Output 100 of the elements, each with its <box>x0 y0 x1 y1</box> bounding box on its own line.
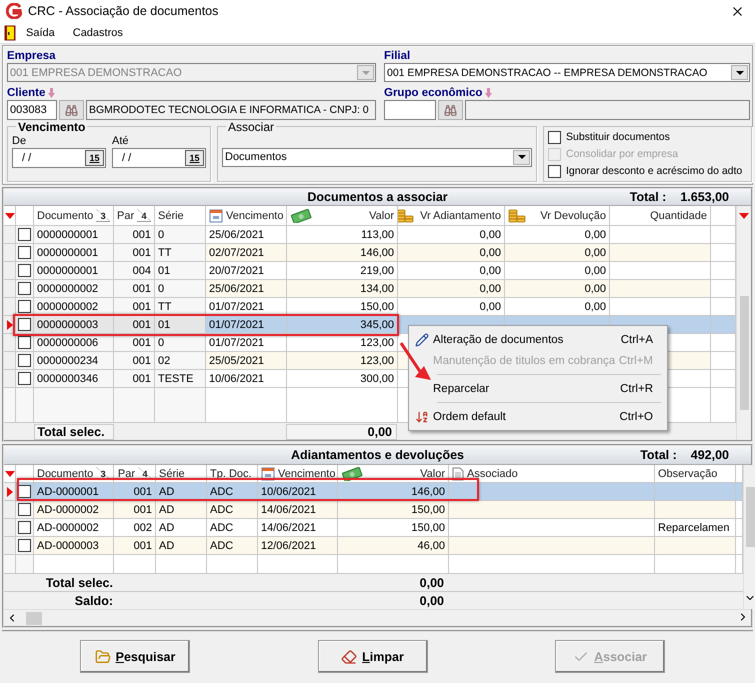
table-cell: 14/06/2021 <box>258 501 338 519</box>
table-cell: 12/06/2021 <box>258 537 338 555</box>
action-button[interactable]: Limpar <box>318 640 428 673</box>
table-cell: 001 <box>114 244 155 262</box>
table-cell: 25/05/2021 <box>206 352 287 370</box>
column-header[interactable]: Vencimento <box>206 206 287 226</box>
table-cell: AD <box>156 519 207 537</box>
table-cell: 0 <box>155 280 206 298</box>
menu-item[interactable]: Reparcelar Ctrl+R <box>411 378 665 399</box>
column-header[interactable]: Observação <box>655 465 736 483</box>
column-header[interactable]: Vr Devolução <box>505 206 610 226</box>
table-cell: 25/06/2021 <box>206 226 287 244</box>
footer-value: 0,00 <box>418 592 445 609</box>
table-cell: 001 <box>114 370 155 388</box>
column-header[interactable]: Associado <box>449 465 655 483</box>
table-cell: 002 <box>114 519 156 537</box>
column-header[interactable]: Par 4 <box>114 206 155 226</box>
menu-item[interactable]: Saída <box>20 26 63 38</box>
client-name-field[interactable]: BGMRODOTEC TECNOLOGIA E INFORMATICA - CNPJ: 0 <box>86 100 376 120</box>
total-value: 1.653,00 <box>680 190 729 204</box>
grid-title: Documentos a associar <box>307 190 448 204</box>
table-cell: ADC <box>207 537 258 555</box>
table-cell: 001 <box>114 226 155 244</box>
table-cell: 20/07/2021 <box>206 262 287 280</box>
table-cell: 01 <box>155 316 206 334</box>
field-label: Até <box>112 134 130 148</box>
table-cell: 0,00 <box>505 262 610 280</box>
group-title: Associar <box>226 120 276 134</box>
table-cell: 001 <box>114 501 156 519</box>
branch-select[interactable]: 001 EMPRESA DEMONSTRACAO -- EMPRESA DEMONSTRACAO <box>384 63 750 82</box>
table-cell: 0000000003 <box>34 316 114 334</box>
table-cell: 004 <box>114 262 155 280</box>
menu-item[interactable]: Alteração de documentos Ctrl+A <box>411 329 665 350</box>
table-cell: 001 <box>114 316 155 334</box>
table-cell: 0000000001 <box>34 226 114 244</box>
menu-item[interactable]: Cadastros <box>66 26 131 38</box>
window-title: CRC - Associação de documentos <box>28 4 218 18</box>
option-label: Ignorar desconto e acréscimo do adto <box>566 165 742 177</box>
table-cell: 134,00 <box>287 280 398 298</box>
calendar-button[interactable]: 15 <box>85 150 104 166</box>
total-value: 492,00 <box>690 448 729 462</box>
column-header[interactable]: Vr Adiantamento <box>398 206 505 226</box>
client-code-field[interactable]: 003083 <box>7 100 57 120</box>
table-cell: 0,00 <box>505 226 610 244</box>
table-cell: 02 <box>155 352 206 370</box>
footer-value: 0,00 <box>286 424 397 440</box>
table-cell: ADC <box>207 519 258 537</box>
table-cell: 46,00 <box>338 537 449 555</box>
footer-value: 0,00 <box>418 574 445 591</box>
table-cell: 150,00 <box>338 519 449 537</box>
table-cell: 0000000002 <box>34 280 114 298</box>
table-cell: 300,00 <box>287 370 398 388</box>
action-button[interactable]: Pesquisar <box>80 640 190 673</box>
table-cell: TESTE <box>155 370 206 388</box>
table-cell: 0000000001 <box>34 244 114 262</box>
column-header[interactable]: Valor <box>287 206 398 226</box>
table-cell: 0000000234 <box>34 352 114 370</box>
table-cell: 0,00 <box>505 298 610 316</box>
footer-label: Total selec. <box>34 424 114 440</box>
table-cell: AD <box>156 537 207 555</box>
table-cell: 0000000346 <box>34 370 114 388</box>
table-cell: 0,00 <box>398 262 505 280</box>
table-cell: AD <box>156 501 207 519</box>
table-cell: 0000000001 <box>34 262 114 280</box>
table-cell: 25/06/2021 <box>206 280 287 298</box>
table-cell: 0,00 <box>398 226 505 244</box>
table-cell: 219,00 <box>287 262 398 280</box>
column-header[interactable]: Documento 3 <box>34 206 114 226</box>
field-label: Filial <box>384 49 412 63</box>
table-cell: 150,00 <box>338 501 449 519</box>
column-header[interactable]: Série <box>155 206 206 226</box>
table-cell: Reparcelamen <box>655 519 736 537</box>
option-label: Consolidar por empresa <box>566 148 678 160</box>
table-cell: 0,00 <box>505 244 610 262</box>
footer-label: Saldo: <box>74 592 114 609</box>
table-cell: ADC <box>207 501 258 519</box>
table-cell: 123,00 <box>287 352 398 370</box>
sort-badge: 3 <box>96 209 110 222</box>
field-label: Cliente <box>7 86 46 100</box>
menu-item[interactable]: Ordem default Ctrl+O <box>411 406 665 427</box>
associate-select[interactable]: Documentos <box>222 148 532 166</box>
table-cell: 001 <box>114 280 155 298</box>
footer-label: Total selec. <box>44 574 114 591</box>
calendar-button[interactable]: 15 <box>185 150 204 166</box>
option-label: Substituir documentos <box>566 131 670 143</box>
table-cell: 14/06/2021 <box>258 519 338 537</box>
table-cell: 113,00 <box>287 226 398 244</box>
table-cell: 0 <box>155 226 206 244</box>
sort-badge: 4 <box>137 209 151 222</box>
table-cell: 0,00 <box>398 280 505 298</box>
column-header[interactable]: Quantidade <box>610 206 711 226</box>
total-label: Total : <box>630 190 666 204</box>
table-cell: 01 <box>155 262 206 280</box>
table-cell: 001 <box>114 352 155 370</box>
table-cell: AD-0000003 <box>34 537 114 555</box>
total-label: Total : <box>640 448 677 462</box>
table-cell: AD-0000002 <box>34 519 114 537</box>
date-field[interactable]: / / 15 <box>112 148 206 168</box>
date-field[interactable]: / / 15 <box>12 148 106 168</box>
table-cell: 001 <box>114 537 156 555</box>
